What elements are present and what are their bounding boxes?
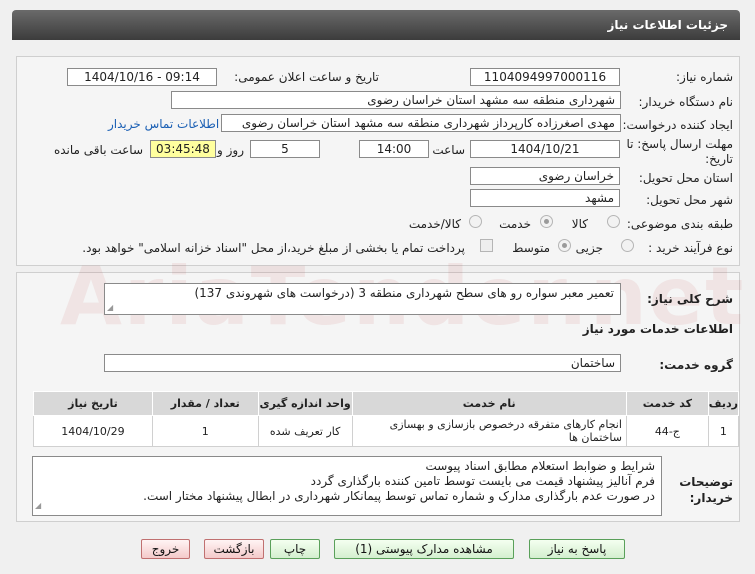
category-option-goods: کالا bbox=[571, 217, 588, 231]
category-option-service: خدمت bbox=[499, 217, 531, 231]
treasury-payment-checkbox[interactable] bbox=[480, 239, 493, 252]
resize-grip-icon[interactable]: ◢ bbox=[107, 303, 113, 312]
buyer-notes-textarea[interactable]: شرایط و ضوابط استعلام مطابق اسناد پیوست … bbox=[32, 456, 662, 516]
back-button[interactable]: بازگشت bbox=[204, 539, 264, 559]
deadline-time-label: ساعت bbox=[432, 143, 465, 157]
col-row-number: ردیف bbox=[707, 391, 740, 416]
process-radio-medium[interactable] bbox=[558, 239, 571, 252]
page-title: جزئیات اطلاعات نیاز bbox=[607, 18, 728, 32]
treasury-payment-text: پرداخت تمام یا بخشی از مبلغ خرید،از محل … bbox=[82, 241, 465, 255]
deadline-time-field[interactable]: 14:00 bbox=[359, 140, 429, 158]
category-label: طبقه بندی موضوعی: bbox=[626, 217, 733, 231]
view-attachments-button[interactable]: مشاهده مدارک پیوستی (1) bbox=[334, 539, 514, 559]
reply-button[interactable]: پاسخ به نیاز bbox=[529, 539, 625, 559]
deadline-date-field[interactable]: 1404/10/21 bbox=[470, 140, 620, 158]
services-heading: اطلاعات خدمات مورد نیاز bbox=[582, 322, 733, 336]
buyer-contact-link[interactable]: اطلاعات تماس خریدار bbox=[108, 117, 219, 131]
creator-label: ایجاد کننده درخواست: bbox=[622, 118, 733, 132]
col-service-code: کد خدمت bbox=[625, 391, 709, 416]
col-service-name: نام خدمت bbox=[351, 391, 627, 416]
city-field[interactable]: مشهد bbox=[470, 189, 620, 207]
remaining-days-field[interactable]: 5 bbox=[250, 140, 320, 158]
cell-unit: کار تعریف شده bbox=[257, 415, 353, 447]
buyer-notes-label: توضیحات خریدار: bbox=[679, 475, 733, 505]
table-header-row: ردیف کد خدمت نام خدمت واحد اندازه گیری ت… bbox=[33, 391, 740, 416]
buyer-label: نام دستگاه خریدار: bbox=[638, 95, 734, 109]
category-radio-goods-service[interactable] bbox=[469, 215, 482, 228]
remaining-label: ساعت باقی مانده bbox=[53, 143, 143, 157]
category-option-goods-service: کالا/خدمت bbox=[408, 217, 461, 231]
buyer-field[interactable]: شهرداری منطقه سه مشهد استان خراسان رضوی bbox=[171, 91, 621, 109]
remaining-time-field: 03:45:48 bbox=[150, 140, 216, 158]
announce-label: تاریخ و ساعت اعلان عمومی: bbox=[234, 70, 379, 84]
table-row[interactable]: 1 ج-44 انجام کارهای متفرقه درخصوص بازساز… bbox=[33, 415, 740, 447]
need-number-label: شماره نیاز: bbox=[676, 70, 733, 84]
process-option-minor: جزیی bbox=[575, 241, 603, 255]
buyer-notes-line: شرایط و ضوابط استعلام مطابق اسناد پیوست bbox=[425, 459, 655, 473]
print-button[interactable]: چاپ bbox=[270, 539, 320, 559]
need-number-field[interactable]: 1104094997000116 bbox=[470, 68, 620, 86]
buyer-notes-line: در صورت عدم بارگذاری مدارک و شماره تماس … bbox=[143, 489, 655, 503]
announce-datetime-field[interactable]: 1404/10/16 - 09:14 bbox=[67, 68, 217, 86]
process-option-medium: متوسط bbox=[512, 241, 550, 255]
service-group-field[interactable]: ساختمان bbox=[104, 354, 621, 372]
service-group-label: گروه خدمت: bbox=[659, 358, 733, 372]
cell-service-code: ج-44 bbox=[625, 415, 709, 447]
resize-grip-icon[interactable]: ◢ bbox=[35, 498, 41, 513]
category-radio-service[interactable] bbox=[540, 215, 553, 228]
cell-row-number: 1 bbox=[707, 415, 740, 447]
process-label: نوع فرآیند خرید : bbox=[648, 241, 733, 255]
province-label: استان محل تحویل: bbox=[638, 171, 733, 185]
summary-label: شرح کلی نیاز: bbox=[647, 292, 733, 306]
deadline-label: مهلت ارسال پاسخ: تا تاریخ: bbox=[626, 137, 733, 166]
city-label: شهر محل تحویل: bbox=[646, 193, 733, 207]
exit-button[interactable]: خروج bbox=[141, 539, 190, 559]
creator-field[interactable]: مهدی اصغرزاده کارپرداز شهرداری منطقه سه … bbox=[221, 114, 621, 132]
process-radio-minor[interactable] bbox=[621, 239, 634, 252]
cell-service-name: انجام کارهای متفرقه درخصوص بازسازی و بهس… bbox=[351, 415, 627, 447]
col-need-date: تاریخ نیاز bbox=[33, 391, 153, 416]
cell-need-date: 1404/10/29 bbox=[33, 415, 153, 447]
services-table: ردیف کد خدمت نام خدمت واحد اندازه گیری ت… bbox=[33, 391, 740, 447]
page-title-bar: جزئیات اطلاعات نیاز bbox=[12, 10, 740, 40]
category-radio-goods[interactable] bbox=[607, 215, 620, 228]
summary-text: تعمیر معبر سواره رو های سطح شهرداری منطق… bbox=[194, 286, 614, 300]
buyer-notes-line: فرم آنالیز پیشنهاد قیمت می بایست توسط تا… bbox=[310, 474, 655, 488]
days-label: روز و bbox=[217, 143, 244, 157]
col-unit: واحد اندازه گیری bbox=[257, 391, 353, 416]
province-field[interactable]: خراسان رضوی bbox=[470, 167, 620, 185]
summary-textarea[interactable]: تعمیر معبر سواره رو های سطح شهرداری منطق… bbox=[104, 283, 621, 315]
col-quantity: تعداد / مقدار bbox=[151, 391, 259, 416]
cell-quantity: 1 bbox=[151, 415, 259, 447]
